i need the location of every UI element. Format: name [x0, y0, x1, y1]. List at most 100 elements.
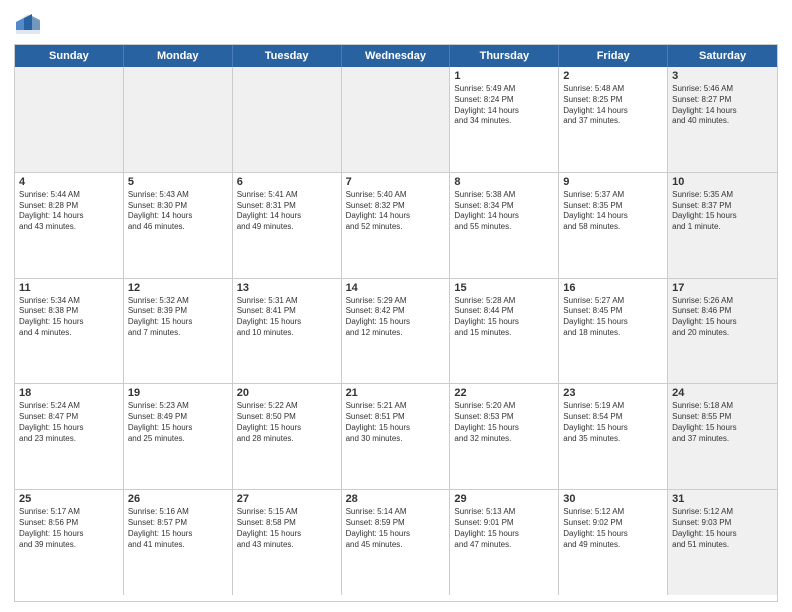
day-info: Sunrise: 5:14 AM Sunset: 8:59 PM Dayligh… — [346, 507, 446, 550]
day-number: 26 — [128, 493, 228, 505]
day-number: 16 — [563, 282, 663, 294]
day-number: 17 — [672, 282, 773, 294]
calendar-cell-day-26: 26 Sunrise: 5:16 AM Sunset: 8:57 PM Dayli… — [124, 490, 233, 595]
calendar-row-1: 1 Sunrise: 5:49 AM Sunset: 8:24 PM Daylig… — [15, 67, 777, 172]
calendar-cell-day-21: 21 Sunrise: 5:21 AM Sunset: 8:51 PM Dayli… — [342, 384, 451, 489]
day-info: Sunrise: 5:22 AM Sunset: 8:50 PM Dayligh… — [237, 401, 337, 444]
day-number: 14 — [346, 282, 446, 294]
day-info: Sunrise: 5:41 AM Sunset: 8:31 PM Dayligh… — [237, 190, 337, 233]
calendar-cell-day-19: 19Sunrise: 5:23 AM Sunset: 8:49 PM Dayli… — [124, 384, 233, 489]
day-number: 6 — [237, 176, 337, 188]
day-number: 24 — [672, 387, 773, 399]
day-number: 3 — [672, 70, 773, 82]
day-header-thursday: Thursday — [450, 45, 559, 67]
calendar-cell-day-10: 10Sunrise: 5:35 AM Sunset: 8:37 PM Dayli… — [668, 173, 777, 278]
day-number: 23 — [563, 387, 663, 399]
calendar-cell-day-6: 6 Sunrise: 5:41 AM Sunset: 8:31 PM Daylig… — [233, 173, 342, 278]
day-info: Sunrise: 5:40 AM Sunset: 8:32 PM Dayligh… — [346, 190, 446, 233]
calendar-cell-day-7: 7 Sunrise: 5:40 AM Sunset: 8:32 PM Daylig… — [342, 173, 451, 278]
day-header-sunday: Sunday — [15, 45, 124, 67]
calendar-body: 1 Sunrise: 5:49 AM Sunset: 8:24 PM Daylig… — [15, 67, 777, 595]
day-info: Sunrise: 5:12 AM Sunset: 9:02 PM Dayligh… — [563, 507, 663, 550]
calendar-cell-day-29: 29Sunrise: 5:13 AM Sunset: 9:01 PM Dayli… — [450, 490, 559, 595]
calendar-cell-day-20: 20 Sunrise: 5:22 AM Sunset: 8:50 PM Dayli… — [233, 384, 342, 489]
calendar-cell-day-16: 16Sunrise: 5:27 AM Sunset: 8:45 PM Dayli… — [559, 279, 668, 384]
calendar-row-3: 11Sunrise: 5:34 AM Sunset: 8:38 PM Dayli… — [15, 278, 777, 384]
calendar-cell-empty — [233, 67, 342, 172]
day-info: Sunrise: 5:17 AM Sunset: 8:56 PM Dayligh… — [19, 507, 119, 550]
day-number: 30 — [563, 493, 663, 505]
day-header-tuesday: Tuesday — [233, 45, 342, 67]
calendar-cell-day-31: 31 Sunrise: 5:12 AM Sunset: 9:03 PM Dayli… — [668, 490, 777, 595]
day-info: Sunrise: 5:38 AM Sunset: 8:34 PM Dayligh… — [454, 190, 554, 233]
day-number: 27 — [237, 493, 337, 505]
calendar-cell-day-8: 8 Sunrise: 5:38 AM Sunset: 8:34 PM Daylig… — [450, 173, 559, 278]
calendar-cell-day-1: 1 Sunrise: 5:49 AM Sunset: 8:24 PM Daylig… — [450, 67, 559, 172]
day-number: 28 — [346, 493, 446, 505]
day-number: 4 — [19, 176, 119, 188]
calendar-cell-day-18: 18 Sunrise: 5:24 AM Sunset: 8:47 PM Dayli… — [15, 384, 124, 489]
day-info: Sunrise: 5:15 AM Sunset: 8:58 PM Dayligh… — [237, 507, 337, 550]
day-info: Sunrise: 5:26 AM Sunset: 8:46 PM Dayligh… — [672, 296, 773, 339]
calendar-page: SundayMondayTuesdayWednesdayThursdayFrid… — [0, 0, 792, 612]
logo-icon — [14, 10, 42, 38]
calendar-cell-day-4: 4 Sunrise: 5:44 AM Sunset: 8:28 PM Daylig… — [15, 173, 124, 278]
day-number: 20 — [237, 387, 337, 399]
day-number: 31 — [672, 493, 773, 505]
calendar-cell-empty — [15, 67, 124, 172]
day-number: 13 — [237, 282, 337, 294]
calendar-cell-day-9: 9Sunrise: 5:37 AM Sunset: 8:35 PM Daylig… — [559, 173, 668, 278]
day-number: 18 — [19, 387, 119, 399]
calendar-cell-day-28: 28 Sunrise: 5:14 AM Sunset: 8:59 PM Dayli… — [342, 490, 451, 595]
logo — [14, 10, 46, 38]
day-number: 10 — [672, 176, 773, 188]
calendar-cell-day-27: 27 Sunrise: 5:15 AM Sunset: 8:58 PM Dayli… — [233, 490, 342, 595]
calendar-cell-day-30: 30 Sunrise: 5:12 AM Sunset: 9:02 PM Dayli… — [559, 490, 668, 595]
day-info: Sunrise: 5:24 AM Sunset: 8:47 PM Dayligh… — [19, 401, 119, 444]
day-info: Sunrise: 5:16 AM Sunset: 8:57 PM Dayligh… — [128, 507, 228, 550]
calendar-header: SundayMondayTuesdayWednesdayThursdayFrid… — [15, 45, 777, 67]
calendar-cell-day-17: 17 Sunrise: 5:26 AM Sunset: 8:46 PM Dayli… — [668, 279, 777, 384]
day-number: 12 — [128, 282, 228, 294]
calendar-row-4: 18 Sunrise: 5:24 AM Sunset: 8:47 PM Dayli… — [15, 383, 777, 489]
day-info: Sunrise: 5:12 AM Sunset: 9:03 PM Dayligh… — [672, 507, 773, 550]
calendar-cell-day-13: 13 Sunrise: 5:31 AM Sunset: 8:41 PM Dayli… — [233, 279, 342, 384]
day-info: Sunrise: 5:43 AM Sunset: 8:30 PM Dayligh… — [128, 190, 228, 233]
calendar-cell-day-12: 12 Sunrise: 5:32 AM Sunset: 8:39 PM Dayli… — [124, 279, 233, 384]
day-number: 7 — [346, 176, 446, 188]
calendar-cell-empty — [124, 67, 233, 172]
day-info: Sunrise: 5:46 AM Sunset: 8:27 PM Dayligh… — [672, 84, 773, 127]
calendar-row-2: 4 Sunrise: 5:44 AM Sunset: 8:28 PM Daylig… — [15, 172, 777, 278]
day-number: 25 — [19, 493, 119, 505]
day-header-wednesday: Wednesday — [342, 45, 451, 67]
calendar-cell-day-2: 2Sunrise: 5:48 AM Sunset: 8:25 PM Daylig… — [559, 67, 668, 172]
day-number: 19 — [128, 387, 228, 399]
calendar-cell-day-3: 3 Sunrise: 5:46 AM Sunset: 8:27 PM Daylig… — [668, 67, 777, 172]
day-info: Sunrise: 5:48 AM Sunset: 8:25 PM Dayligh… — [563, 84, 663, 127]
calendar-cell-day-23: 23Sunrise: 5:19 AM Sunset: 8:54 PM Dayli… — [559, 384, 668, 489]
day-info: Sunrise: 5:31 AM Sunset: 8:41 PM Dayligh… — [237, 296, 337, 339]
day-number: 21 — [346, 387, 446, 399]
calendar-cell-day-25: 25 Sunrise: 5:17 AM Sunset: 8:56 PM Dayli… — [15, 490, 124, 595]
day-info: Sunrise: 5:37 AM Sunset: 8:35 PM Dayligh… — [563, 190, 663, 233]
day-info: Sunrise: 5:44 AM Sunset: 8:28 PM Dayligh… — [19, 190, 119, 233]
day-info: Sunrise: 5:32 AM Sunset: 8:39 PM Dayligh… — [128, 296, 228, 339]
day-info: Sunrise: 5:34 AM Sunset: 8:38 PM Dayligh… — [19, 296, 119, 339]
day-info: Sunrise: 5:21 AM Sunset: 8:51 PM Dayligh… — [346, 401, 446, 444]
day-header-friday: Friday — [559, 45, 668, 67]
day-info: Sunrise: 5:18 AM Sunset: 8:55 PM Dayligh… — [672, 401, 773, 444]
day-info: Sunrise: 5:49 AM Sunset: 8:24 PM Dayligh… — [454, 84, 554, 127]
day-number: 1 — [454, 70, 554, 82]
calendar-cell-day-14: 14 Sunrise: 5:29 AM Sunset: 8:42 PM Dayli… — [342, 279, 451, 384]
calendar-cell-empty — [342, 67, 451, 172]
calendar-row-5: 25 Sunrise: 5:17 AM Sunset: 8:56 PM Dayli… — [15, 489, 777, 595]
calendar-cell-day-24: 24 Sunrise: 5:18 AM Sunset: 8:55 PM Dayli… — [668, 384, 777, 489]
day-number: 29 — [454, 493, 554, 505]
day-info: Sunrise: 5:29 AM Sunset: 8:42 PM Dayligh… — [346, 296, 446, 339]
page-header — [14, 10, 778, 38]
day-number: 22 — [454, 387, 554, 399]
day-number: 15 — [454, 282, 554, 294]
day-number: 5 — [128, 176, 228, 188]
day-number: 8 — [454, 176, 554, 188]
day-info: Sunrise: 5:28 AM Sunset: 8:44 PM Dayligh… — [454, 296, 554, 339]
